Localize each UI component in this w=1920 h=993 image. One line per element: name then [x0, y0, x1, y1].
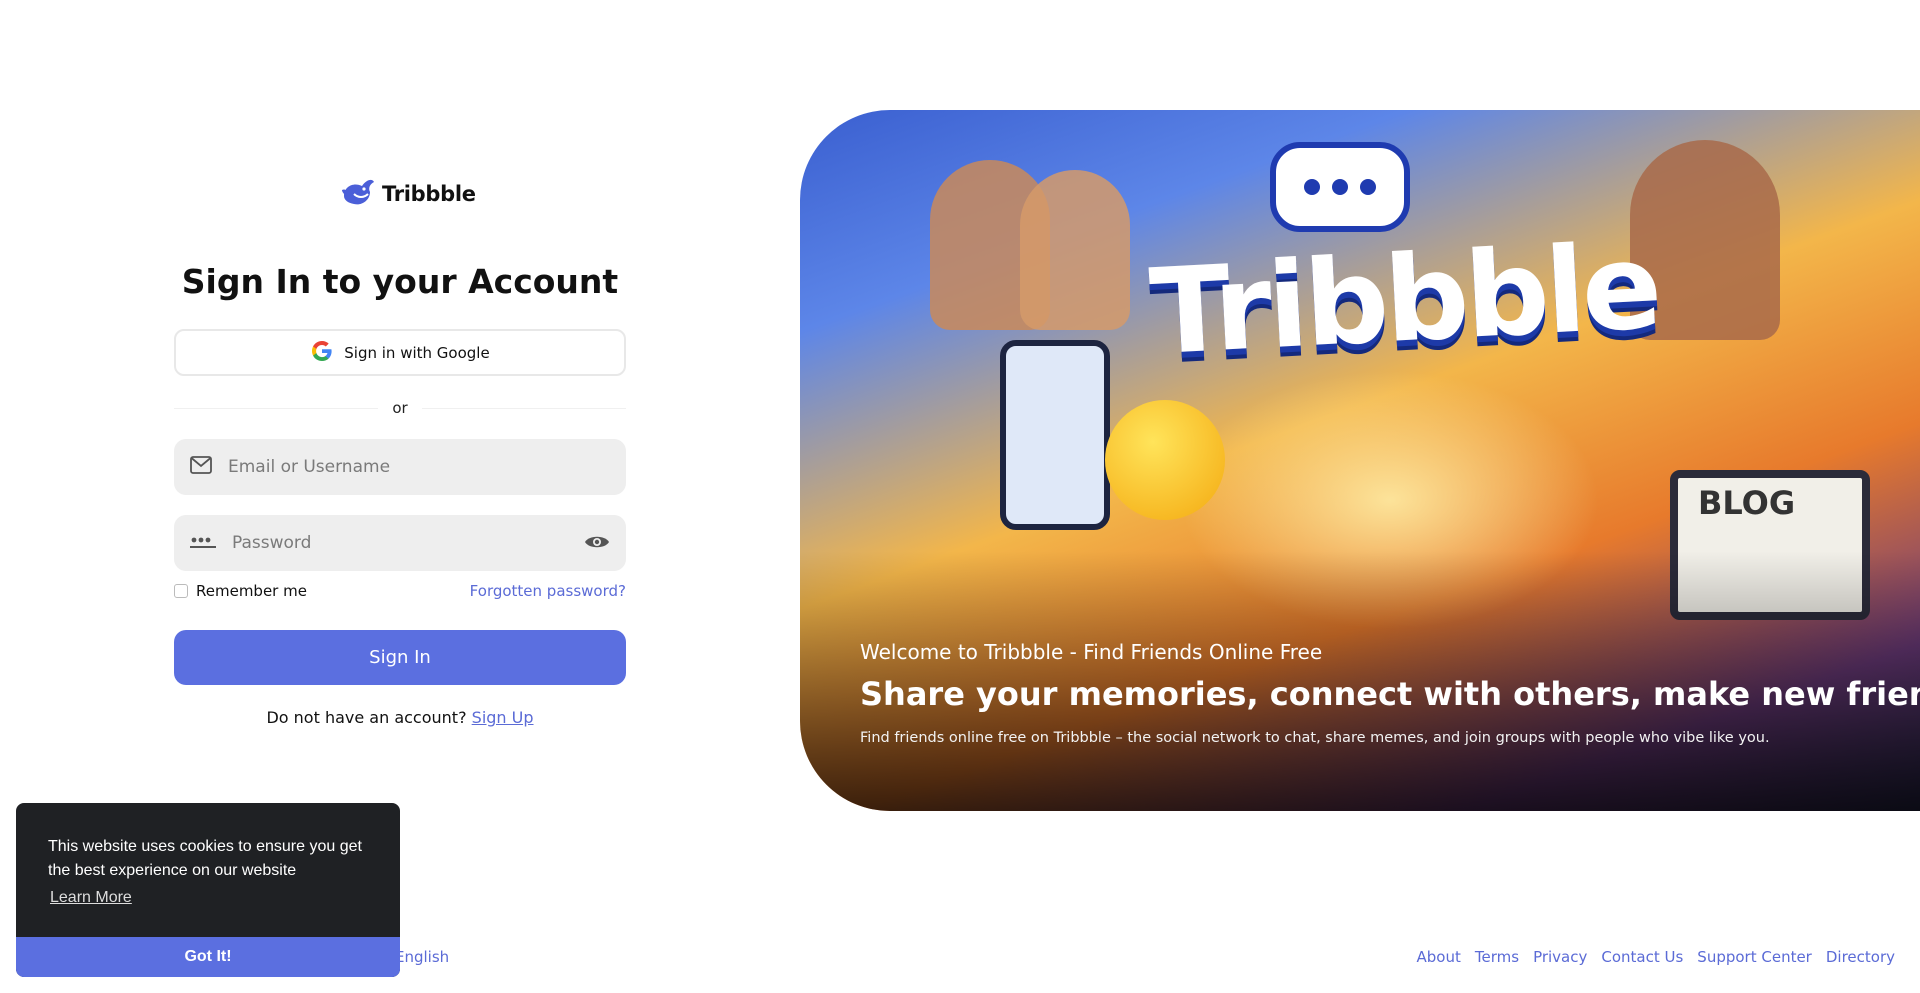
sign-up-link[interactable]: Sign Up: [472, 708, 534, 727]
remember-me[interactable]: Remember me: [174, 582, 307, 600]
password-input[interactable]: [232, 533, 532, 553]
mail-icon: [190, 456, 212, 478]
hero-person-figure: [1020, 170, 1130, 330]
laptop-blog-text: BLOG: [1698, 484, 1796, 522]
no-account-text: Do not have an account?: [266, 708, 467, 727]
signup-prompt: Do not have an account? Sign Up: [174, 708, 626, 727]
hero-phone-illustration: [1000, 340, 1110, 530]
laughing-emoji-icon: [1105, 400, 1225, 520]
footer-link-about[interactable]: About: [1417, 948, 1461, 966]
google-icon: [310, 339, 334, 367]
divider-text: or: [392, 399, 408, 417]
footer-link-support[interactable]: Support Center: [1697, 948, 1812, 966]
show-password-eye-icon[interactable]: [584, 533, 610, 555]
divider-line: [174, 407, 379, 409]
or-divider: or: [174, 396, 627, 420]
divider-line: [421, 407, 627, 409]
remember-checkbox[interactable]: [174, 584, 188, 598]
brand-name: Tribbble: [382, 182, 476, 206]
page-title: Sign In to your Account: [181, 262, 619, 301]
google-signin-label: Sign in with Google: [344, 343, 490, 362]
cookie-message: This website uses cookies to ensure you …: [48, 838, 362, 879]
footer-links: About Terms Privacy Contact Us Support C…: [1417, 948, 1895, 966]
hero-headline: Share your memories, connect with others…: [860, 675, 1920, 713]
hero-banner: Tribbble BLOG Welcome to Tribbble - Find…: [800, 110, 1920, 811]
google-signin-button[interactable]: Sign in with Google: [174, 329, 626, 376]
cookie-accept-button[interactable]: Got It!: [16, 937, 400, 977]
sign-in-button[interactable]: Sign In: [174, 630, 626, 685]
footer-link-directory[interactable]: Directory: [1826, 948, 1895, 966]
hero-description: Find friends online free on Tribbble – t…: [860, 730, 1770, 746]
footer-link-terms[interactable]: Terms: [1475, 948, 1519, 966]
cookie-banner: This website uses cookies to ensure you …: [16, 803, 400, 977]
chat-bubble-icon: [1270, 142, 1410, 232]
brand-logo[interactable]: Tribbble: [340, 176, 476, 212]
forgot-password-link[interactable]: Forgotten password?: [470, 582, 626, 600]
footer-link-contact[interactable]: Contact Us: [1601, 948, 1683, 966]
whale-logo-icon: [340, 176, 378, 212]
password-field[interactable]: [174, 515, 626, 571]
footer-link-privacy[interactable]: Privacy: [1533, 948, 1587, 966]
hero-brand-wordmark: Tribbble: [1146, 216, 1662, 382]
email-field[interactable]: [174, 439, 626, 495]
hero-subtitle: Welcome to Tribbble - Find Friends Onlin…: [860, 640, 1323, 664]
cookie-learn-more-link[interactable]: Learn More: [50, 889, 132, 907]
language-selector[interactable]: English: [395, 948, 449, 966]
email-input[interactable]: [228, 457, 528, 477]
password-dots-icon: [190, 534, 216, 553]
remember-label: Remember me: [196, 582, 307, 600]
